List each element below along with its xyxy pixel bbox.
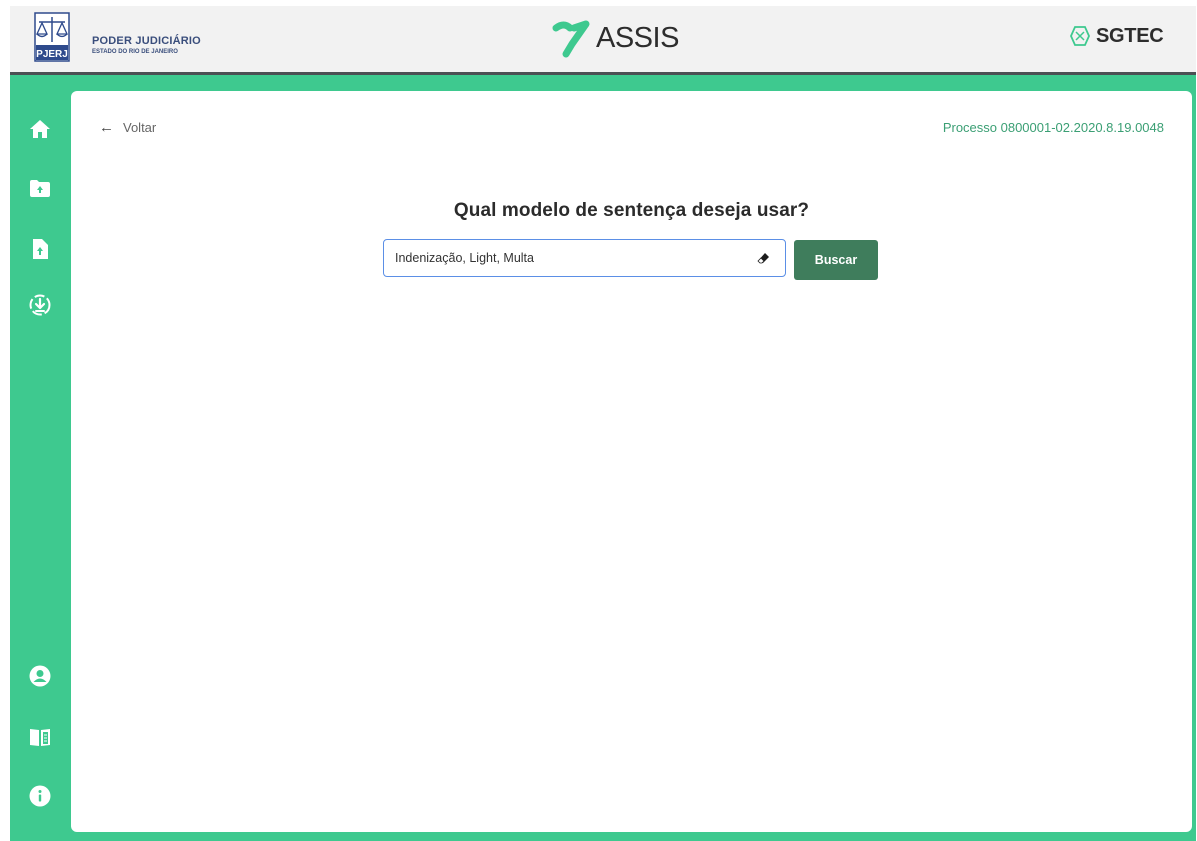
arrow-left-icon: ←: [99, 119, 114, 136]
page-title: Qual modelo de sentença deseja usar?: [453, 200, 810, 221]
search-field: [383, 239, 786, 277]
folder-upload-icon: [30, 180, 50, 197]
svg-text:PJERJ: PJERJ: [36, 49, 68, 60]
search-button[interactable]: Buscar: [794, 240, 878, 280]
sidebar-item-profile[interactable]: [27, 663, 53, 689]
main-panel: ← Voltar Processo 0800001-02.2020.8.19.0…: [71, 91, 1192, 832]
org-subtitle: ESTADO DO RIO DE JANEIRO: [92, 49, 178, 55]
file-upload-icon: [33, 239, 48, 259]
home-icon: [30, 120, 50, 138]
sidebar-item-download[interactable]: [27, 292, 53, 318]
assis-mark-icon: [552, 20, 590, 58]
search-input[interactable]: [384, 250, 757, 266]
book-icon: [30, 729, 50, 746]
download-circle-icon: [29, 294, 51, 316]
user-icon: [29, 665, 51, 687]
sidebar-item-manual[interactable]: [27, 724, 53, 750]
sidebar-item-file-upload[interactable]: [27, 236, 53, 262]
app-name: ASSIS: [596, 21, 679, 54]
eraser-icon[interactable]: [757, 251, 771, 265]
sidebar-item-info[interactable]: [27, 783, 53, 809]
org-name: PODER JUDICIÁRIO ESTADO DO RIO DE JANEIR…: [92, 35, 201, 56]
sidebar-item-home[interactable]: [27, 116, 53, 142]
process-number: Processo 0800001-02.2020.8.19.0048: [942, 120, 1164, 135]
partner-name: SGTEC: [1096, 24, 1164, 47]
pjerj-logo: PJERJ: [34, 12, 70, 62]
info-icon: [29, 785, 51, 807]
org-title: PODER JUDICIÁRIO: [92, 35, 201, 47]
back-label: Voltar: [123, 120, 157, 135]
sidebar-item-folder-upload[interactable]: [27, 175, 53, 201]
top-header: PJERJ PODER JUDICIÁRIO ESTADO DO RIO DE …: [10, 6, 1196, 75]
sgtec-logo: SGTEC: [1068, 24, 1164, 48]
assis-logo: ASSIS: [546, 14, 679, 62]
back-link[interactable]: ← Voltar: [99, 119, 156, 136]
sgtec-mark-icon: [1070, 26, 1090, 46]
